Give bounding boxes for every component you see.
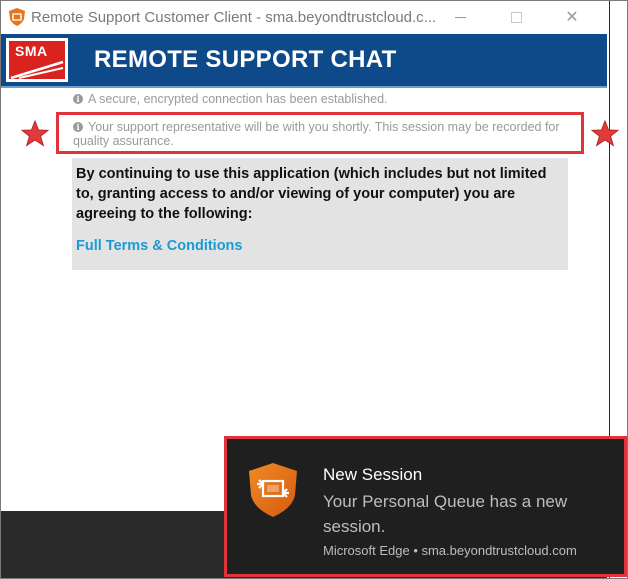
toast-title: New Session: [323, 465, 423, 484]
window-title: Remote Support Customer Client - sma.bey…: [31, 8, 437, 26]
close-icon: ✕: [565, 9, 579, 26]
star-icon: [591, 120, 619, 147]
info-icon: i: [73, 94, 83, 104]
toast-source: Microsoft Edge • sma.beyondtrustcloud.co…: [323, 543, 577, 558]
minimize-icon: [454, 16, 466, 18]
minimize-button[interactable]: [437, 1, 483, 33]
annotation-highlight-box: [56, 112, 584, 154]
full-terms-link[interactable]: Full Terms & Conditions: [76, 238, 242, 254]
maximize-button[interactable]: [493, 1, 539, 33]
chat-message-text: A secure, encrypted connection has been …: [88, 92, 388, 106]
window-titlebar[interactable]: Remote Support Customer Client - sma.bey…: [1, 1, 607, 33]
close-button[interactable]: ✕: [549, 1, 595, 33]
terms-panel: By continuing to use this application (w…: [72, 158, 568, 270]
toast-body: Your Personal Queue has a new session.: [323, 492, 568, 536]
banner-title: REMOTE SUPPORT CHAT: [94, 46, 397, 73]
maximize-icon: [510, 11, 522, 23]
sma-logo-text: SMA: [15, 43, 48, 59]
sma-logo: SMA: [6, 38, 68, 82]
star-icon: [21, 120, 49, 147]
banner-divider: [1, 86, 607, 88]
chat-message-connection: i A secure, encrypted connection has been…: [73, 92, 388, 106]
app-shield-icon: [9, 8, 25, 26]
terms-text: By continuing to use this application (w…: [76, 166, 547, 222]
chat-header-banner: SMA REMOTE SUPPORT CHAT: [1, 34, 607, 86]
toast-notification[interactable]: New Session Your Personal Queue has a ne…: [224, 436, 627, 577]
remote-session-shield-icon: [249, 463, 297, 517]
